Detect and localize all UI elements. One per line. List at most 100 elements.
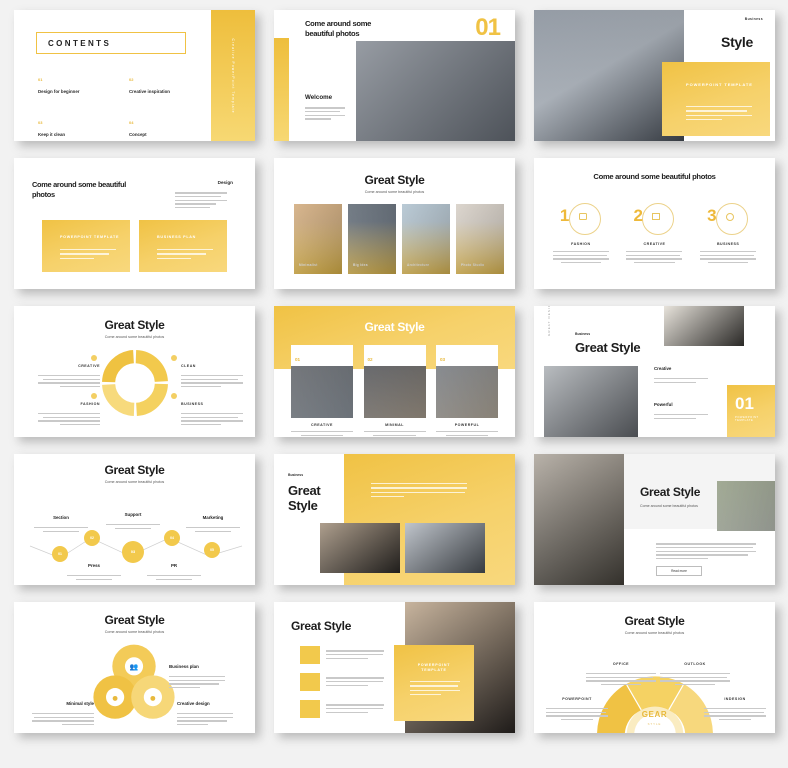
slide-thumbnail-style[interactable]: Business Style POWERPOINT TEMPLATE (534, 10, 775, 141)
read-more-button[interactable]: Read more (656, 566, 702, 576)
slide-thumbnail-list-card[interactable]: Great Style POWERPOINT TEMPLATE (274, 602, 515, 733)
panel-body-text (371, 480, 467, 500)
slide-cell-13: Great Style Come around some beautiful p… (4, 596, 264, 744)
step-label: Press (88, 563, 100, 568)
slide-title-line2: Style (288, 498, 318, 513)
list-item[interactable] (300, 646, 384, 664)
timeline-step-label[interactable]: Section (34, 506, 88, 532)
slide-thumbnail-gear[interactable]: Great Style Come around some beautiful p… (534, 602, 775, 733)
big-number-caption: POWERPOINT TEMPLATE (735, 416, 759, 422)
item-body (552, 251, 609, 264)
slide-thumbnail-timeline[interactable]: Great Style Come around some beautiful p… (14, 454, 255, 585)
card-number: 03 (440, 357, 446, 362)
photo-card[interactable]: Big Idea (348, 204, 396, 274)
side-tab-text: Creative PowerPoint Template (231, 37, 235, 114)
timeline-node[interactable]: 04 (164, 530, 180, 546)
photo-card[interactable]: 02 MINIMAL (363, 345, 426, 436)
slide-thumbnail-yellow-panel[interactable]: Business Great Style (274, 454, 515, 585)
slide-thumbnail-business-01[interactable]: GREAT DESIGN STYLE Business Great Style … (534, 306, 775, 437)
contents-item[interactable]: 02 Creative inspiration (129, 68, 198, 94)
item-label: Creative (654, 366, 672, 371)
feature-item[interactable]: Design (654, 429, 714, 437)
card-body (291, 431, 353, 436)
card-body (436, 431, 498, 436)
slide-cell-15: Great Style Come around some beautiful p… (524, 596, 784, 744)
number-item[interactable]: 3 BUSINESS (695, 202, 761, 266)
trefoil-label-item[interactable]: Business plan (169, 655, 231, 691)
slide-thumbnail-contents[interactable]: Creative PowerPoint Template CONTENTS 01… (14, 10, 255, 141)
item-label: OFFICE (612, 662, 630, 666)
slide-thumbnail-trefoil[interactable]: Great Style Come around some beautiful p… (14, 602, 255, 733)
item-body (326, 673, 384, 691)
eyebrow-label: Business (744, 17, 763, 21)
slide-thumbnail-three-cards[interactable]: Great Style 01 CREATIVE 02 MINIMAL 03 PO… (274, 306, 515, 437)
body-text (305, 105, 349, 122)
slide-thumbnail-design-cards[interactable]: Come around some beautiful photos Design… (14, 158, 255, 289)
slide-thumbnail-read-more[interactable]: Great Style Come around some beautiful p… (534, 454, 775, 585)
gear-center-sub: STYLE (647, 722, 662, 726)
list-item[interactable] (300, 673, 384, 691)
card-body (410, 678, 460, 698)
slide-cell-9: GREAT DESIGN STYLE Business Great Style … (524, 300, 784, 448)
photo-card[interactable]: Minimalist (294, 204, 342, 274)
info-card[interactable]: POWERPOINT TEMPLATE (42, 220, 130, 272)
slide-cell-12: Great Style Come around some beautiful p… (524, 448, 784, 596)
slide-thumbnail-donut[interactable]: Great Style Come around some beautiful p… (14, 306, 255, 437)
timeline-step-label[interactable]: Support (106, 503, 160, 529)
camera-icon (578, 213, 587, 220)
gear-label-item[interactable]: OUTLOOK (660, 652, 730, 686)
photo-card-label: Photo Studio (461, 263, 485, 267)
timeline-node[interactable]: 01 (52, 546, 68, 562)
slide-photo-right (717, 481, 775, 531)
item-label: Concept (129, 132, 147, 137)
big-number: 01 (475, 14, 501, 41)
contents-item[interactable]: 04 Concept (129, 111, 198, 137)
slide-cell-10: Great Style Come around some beautiful p… (4, 448, 264, 596)
item-number: 3 (707, 206, 717, 225)
timeline-node[interactable]: 02 (84, 530, 100, 546)
photo-card[interactable]: 01 CREATIVE (291, 345, 353, 436)
trefoil-label-item[interactable]: Creative design (177, 692, 239, 728)
contents-item[interactable]: 03 Keep it clean (38, 111, 107, 137)
feature-item[interactable]: Powerful (654, 393, 714, 419)
contents-item[interactable]: 01 Design for beginner (38, 68, 107, 94)
trefoil-label-item[interactable]: Minimal style (32, 692, 94, 728)
side-text: GREAT DESIGN STYLE (547, 306, 551, 336)
slide-thumbnail-four-photos[interactable]: Great Style Come around some beautiful p… (274, 158, 515, 289)
timeline-node[interactable]: 05 (204, 542, 220, 558)
timeline-node[interactable]: 03 (122, 541, 144, 563)
photo-card[interactable]: Architecture (402, 204, 450, 274)
bullet-dot (91, 355, 97, 361)
card-number: 02 (367, 357, 373, 362)
number-item[interactable]: 2 CREATIVE (621, 202, 687, 266)
slide-title: Come around some beautiful photos (32, 180, 127, 199)
timeline-step-label[interactable]: PR (147, 554, 201, 580)
feature-item[interactable]: Creative (654, 357, 714, 383)
item-label: Minimal style (66, 701, 94, 706)
bullet-dot (171, 393, 177, 399)
card-body (60, 246, 116, 262)
photo-card[interactable]: Photo Studio (456, 204, 504, 274)
number-item[interactable]: 1 FASHION (548, 202, 614, 266)
donut-label-item[interactable]: CLEAN (181, 354, 243, 390)
slide-thumbnail-numbered[interactable]: Come around some beautiful photos 1 FASH… (534, 158, 775, 289)
eyebrow-label: Business (575, 332, 591, 336)
timeline-step-label[interactable]: Marketing (186, 506, 240, 532)
gear-label-item[interactable]: POWERPOINT (546, 687, 608, 721)
svg-text:●: ● (112, 695, 118, 702)
timeline-step-label[interactable]: Press (67, 554, 121, 580)
contents-heading: CONTENTS (48, 38, 112, 48)
photo-card[interactable]: 03 POWERFUL (436, 345, 498, 436)
item-label: INDESIGN (724, 697, 746, 701)
monitor-icon (652, 213, 661, 220)
slide-subtitle: Come around some beautiful photos (104, 480, 165, 484)
gear-label-item[interactable]: INDESIGN (704, 687, 766, 721)
slide-title: Great Style (640, 485, 701, 499)
gear-label-item[interactable]: OFFICE (586, 652, 656, 686)
info-card[interactable]: BUSINESS PLAN (139, 220, 227, 272)
list-item[interactable] (300, 700, 384, 718)
item-label: Creative design (177, 701, 210, 706)
slide-photo-top (664, 306, 744, 346)
donut-label-item[interactable]: BUSINESS (181, 392, 243, 428)
slide-thumbnail-welcome[interactable]: Come around some beautiful photos 01 Wel… (274, 10, 515, 141)
